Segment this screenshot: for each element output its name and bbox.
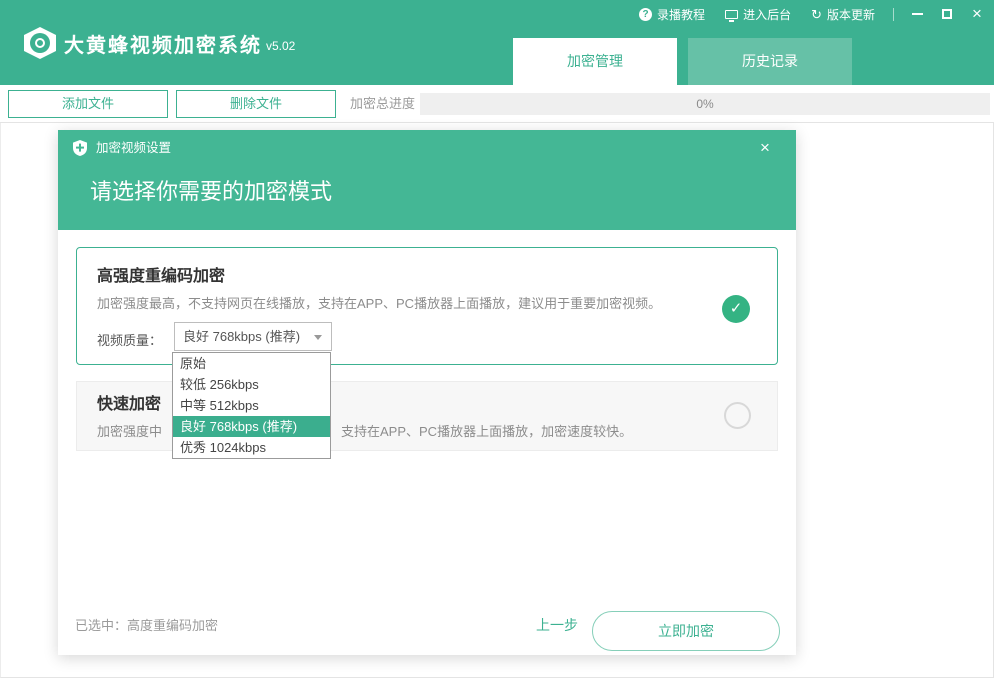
chevron-down-icon	[314, 335, 322, 340]
app-window: 大黄蜂视频加密系统 v5.02 ? 录播教程 进入后台 ↻ 版本更新	[0, 0, 994, 678]
file-toolbar: 添加文件 删除文件 加密总进度 0%	[0, 85, 994, 123]
add-file-button[interactable]: 添加文件	[8, 90, 168, 118]
tab-history[interactable]: 历史记录	[688, 38, 852, 85]
backend-link-label: 进入后台	[743, 6, 791, 23]
tutorial-link[interactable]: ? 录播教程	[639, 6, 705, 23]
logo-mark-icon	[35, 38, 45, 48]
maximize-icon	[942, 9, 952, 19]
dropdown-option[interactable]: 中等 512kbps	[173, 395, 330, 416]
close-window-button[interactable]: ×	[970, 6, 984, 22]
option-fast-title: 快速加密	[97, 390, 161, 414]
dropdown-option[interactable]: 较低 256kbps	[173, 374, 330, 395]
question-icon: ?	[639, 8, 652, 21]
dialog-close-button[interactable]: ×	[754, 136, 776, 160]
encrypt-now-button[interactable]: 立即加密	[592, 611, 780, 651]
maximize-button[interactable]	[940, 6, 954, 22]
close-icon: ×	[972, 6, 982, 22]
total-progress-bar: 0%	[420, 93, 990, 115]
video-quality-dropdown-list: 原始 较低 256kbps 中等 512kbps 良好 768kbps (推荐)…	[172, 352, 331, 459]
tab-encrypt-management[interactable]: 加密管理	[513, 38, 677, 85]
previous-step-link[interactable]: 上一步	[536, 615, 578, 635]
option-fast-description-left: 加密强度中	[97, 421, 162, 440]
version-update-link[interactable]: ↻ 版本更新	[811, 6, 875, 23]
app-header: 大黄蜂视频加密系统 v5.02 ? 录播教程 进入后台 ↻ 版本更新	[0, 0, 994, 85]
selected-check-icon[interactable]: ✓	[722, 295, 750, 323]
dialog-title: 加密视频设置	[96, 130, 171, 166]
option-high-description: 加密强度最高，不支持网页在线播放，支持在APP、PC播放器上面播放，建议用于重要…	[97, 293, 661, 312]
tutorial-link-label: 录播教程	[657, 6, 705, 23]
app-logo-hexagon-icon	[24, 27, 56, 59]
dropdown-option-selected[interactable]: 良好 768kbps (推荐)	[173, 416, 330, 437]
minimize-icon	[912, 13, 923, 15]
delete-file-button[interactable]: 删除文件	[176, 90, 336, 118]
app-title: 大黄蜂视频加密系统 v5.02	[64, 29, 295, 58]
top-utility-bar: ? 录播教程 进入后台 ↻ 版本更新 ×	[619, 5, 984, 23]
refresh-icon: ↻	[811, 8, 822, 21]
video-quality-label: 视频质量：	[97, 330, 162, 349]
monitor-icon	[725, 10, 738, 19]
dialog-heading: 请选择你需要的加密模式	[90, 174, 332, 206]
app-title-text: 大黄蜂视频加密系统	[64, 35, 262, 57]
option-fast-description-right: 支持在APP、PC播放器上面播放，加密速度较快。	[341, 421, 632, 440]
window-controls-divider	[893, 8, 894, 21]
shield-plus-icon	[72, 140, 88, 156]
option-high-strength-card[interactable]: 高强度重编码加密 加密强度最高，不支持网页在线播放，支持在APP、PC播放器上面…	[76, 247, 778, 365]
app-version: v5.02	[266, 39, 295, 53]
dropdown-option[interactable]: 原始	[173, 353, 330, 374]
video-quality-selected-value: 良好 768kbps (推荐)	[183, 329, 300, 344]
video-quality-select[interactable]: 良好 768kbps (推荐)	[174, 322, 332, 351]
version-update-label: 版本更新	[827, 6, 875, 23]
dialog-header: 加密视频设置 × 请选择你需要的加密模式	[58, 130, 796, 230]
total-progress-value: 0%	[696, 97, 713, 111]
minimize-button[interactable]	[910, 6, 924, 22]
selected-mode-status: 已选中：高度重编码加密	[75, 615, 218, 634]
radio-unselected-icon[interactable]	[724, 402, 751, 429]
dropdown-option[interactable]: 优秀 1024kbps	[173, 437, 330, 458]
encrypt-settings-dialog: 加密视频设置 × 请选择你需要的加密模式 高强度重编码加密 加密强度最高，不支持…	[58, 130, 796, 655]
option-high-title: 高强度重编码加密	[97, 262, 225, 286]
total-progress-label: 加密总进度	[350, 85, 415, 123]
backend-link[interactable]: 进入后台	[725, 6, 791, 23]
